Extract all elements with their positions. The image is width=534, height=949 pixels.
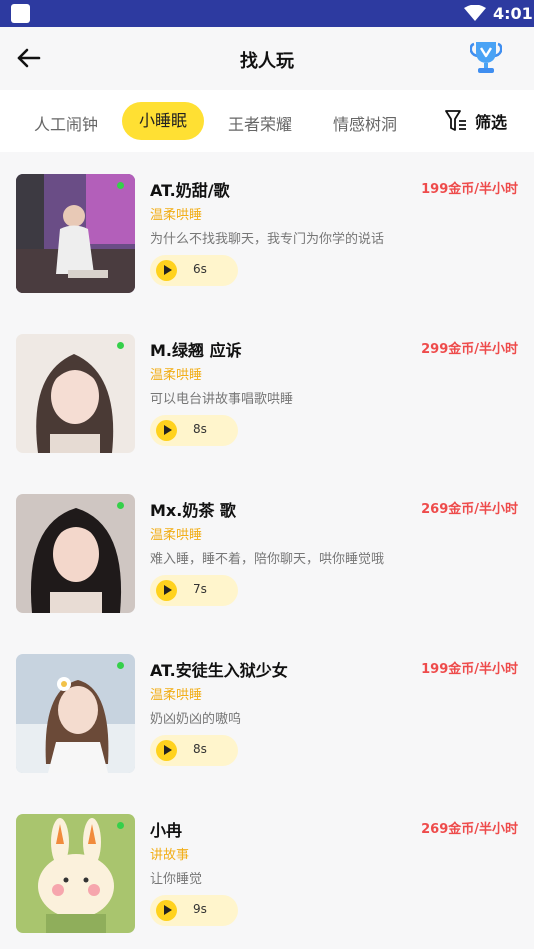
online-status-dot bbox=[117, 822, 124, 829]
app-notification-icon bbox=[11, 4, 30, 23]
play-icon bbox=[156, 900, 177, 921]
play-icon bbox=[156, 740, 177, 761]
user-description: 奶凶奶凶的嗷呜 bbox=[150, 712, 242, 727]
online-status-dot bbox=[117, 502, 124, 509]
online-status-dot bbox=[117, 182, 124, 189]
user-name: 小冉 bbox=[150, 821, 183, 840]
user-name: AT.安徒生入狱少女 bbox=[150, 661, 288, 680]
avatar[interactable] bbox=[16, 334, 135, 453]
price-label: 269金币/半小时 bbox=[421, 502, 518, 517]
voice-duration: 8s bbox=[193, 742, 207, 756]
voice-duration: 8s bbox=[193, 422, 207, 436]
user-card[interactable]: AT.安徒生入狱少女 199金币/半小时 温柔哄睡 奶凶奶凶的嗷呜 8s bbox=[0, 632, 534, 792]
tab-emotion-treehole[interactable]: 情感树洞 bbox=[333, 111, 397, 135]
user-card[interactable]: AT.奶甜/歌 199金币/半小时 温柔哄睡 为什么不找我聊天，我专门为你学的说… bbox=[0, 152, 534, 312]
price-label: 269金币/半小时 bbox=[421, 822, 518, 837]
play-icon bbox=[156, 260, 177, 281]
user-card[interactable]: Mx.奶茶 歌 269金币/半小时 温柔哄睡 难入睡，睡不着，陪你聊天，哄你睡觉… bbox=[0, 472, 534, 632]
filter-label: 筛选 bbox=[475, 113, 508, 132]
service-tag: 温柔哄睡 bbox=[150, 368, 203, 383]
user-description: 为什么不找我聊天，我专门为你学的说话 bbox=[150, 232, 385, 247]
voice-duration: 7s bbox=[193, 582, 207, 596]
service-tag: 讲故事 bbox=[150, 848, 190, 863]
avatar[interactable] bbox=[16, 814, 135, 933]
tab-honor-of-kings[interactable]: 王者荣耀 bbox=[228, 111, 292, 135]
voice-duration: 9s bbox=[193, 902, 207, 916]
price-label: 199金币/半小时 bbox=[421, 662, 518, 677]
voice-duration: 6s bbox=[193, 262, 207, 276]
filter-button[interactable]: 筛选 bbox=[445, 109, 507, 133]
user-name: Mx.奶茶 歌 bbox=[150, 501, 236, 520]
play-icon bbox=[156, 580, 177, 601]
voice-intro-button[interactable]: 7s bbox=[150, 575, 238, 606]
header: 找人玩 bbox=[0, 27, 534, 90]
price-label: 199金币/半小时 bbox=[421, 182, 518, 197]
online-status-dot bbox=[117, 342, 124, 349]
user-description: 难入睡，睡不着，陪你聊天，哄你睡觉哦 bbox=[150, 552, 385, 567]
status-bar: 4:01 bbox=[0, 0, 534, 27]
user-description: 可以电台讲故事唱歌哄睡 bbox=[150, 392, 294, 407]
tab-alarm[interactable]: 人工闹钟 bbox=[34, 111, 98, 135]
service-tag: 温柔哄睡 bbox=[150, 208, 203, 223]
user-description: 让你睡觉 bbox=[150, 872, 203, 887]
voice-intro-button[interactable]: 8s bbox=[150, 415, 238, 446]
page-title: 找人玩 bbox=[240, 51, 294, 72]
user-name: AT.奶甜/歌 bbox=[150, 181, 230, 200]
tab-sleep[interactable]: 小睡眠 bbox=[122, 102, 205, 140]
status-time: 4:01 bbox=[493, 4, 533, 23]
voice-intro-button[interactable]: 8s bbox=[150, 735, 238, 766]
avatar[interactable] bbox=[16, 654, 135, 773]
avatar[interactable] bbox=[16, 494, 135, 613]
wifi-icon bbox=[464, 5, 486, 21]
voice-intro-button[interactable]: 9s bbox=[150, 895, 238, 926]
play-icon bbox=[156, 420, 177, 441]
service-tag: 温柔哄睡 bbox=[150, 688, 203, 703]
user-name: M.绿翘 应诉 bbox=[150, 341, 242, 360]
voice-intro-button[interactable]: 6s bbox=[150, 255, 238, 286]
online-status-dot bbox=[117, 662, 124, 669]
price-label: 299金币/半小时 bbox=[421, 342, 518, 357]
user-card[interactable]: 小冉 269金币/半小时 讲故事 让你睡觉 9s bbox=[0, 792, 534, 949]
user-card[interactable]: M.绿翘 应诉 299金币/半小时 温柔哄睡 可以电台讲故事唱歌哄睡 8s bbox=[0, 312, 534, 472]
avatar[interactable] bbox=[16, 174, 135, 293]
trophy-icon[interactable] bbox=[470, 40, 502, 76]
category-tabs: 人工闹钟 小睡眠 王者荣耀 情感树洞 筛选 bbox=[0, 90, 534, 152]
filter-icon bbox=[445, 110, 466, 131]
service-tag: 温柔哄睡 bbox=[150, 528, 203, 543]
